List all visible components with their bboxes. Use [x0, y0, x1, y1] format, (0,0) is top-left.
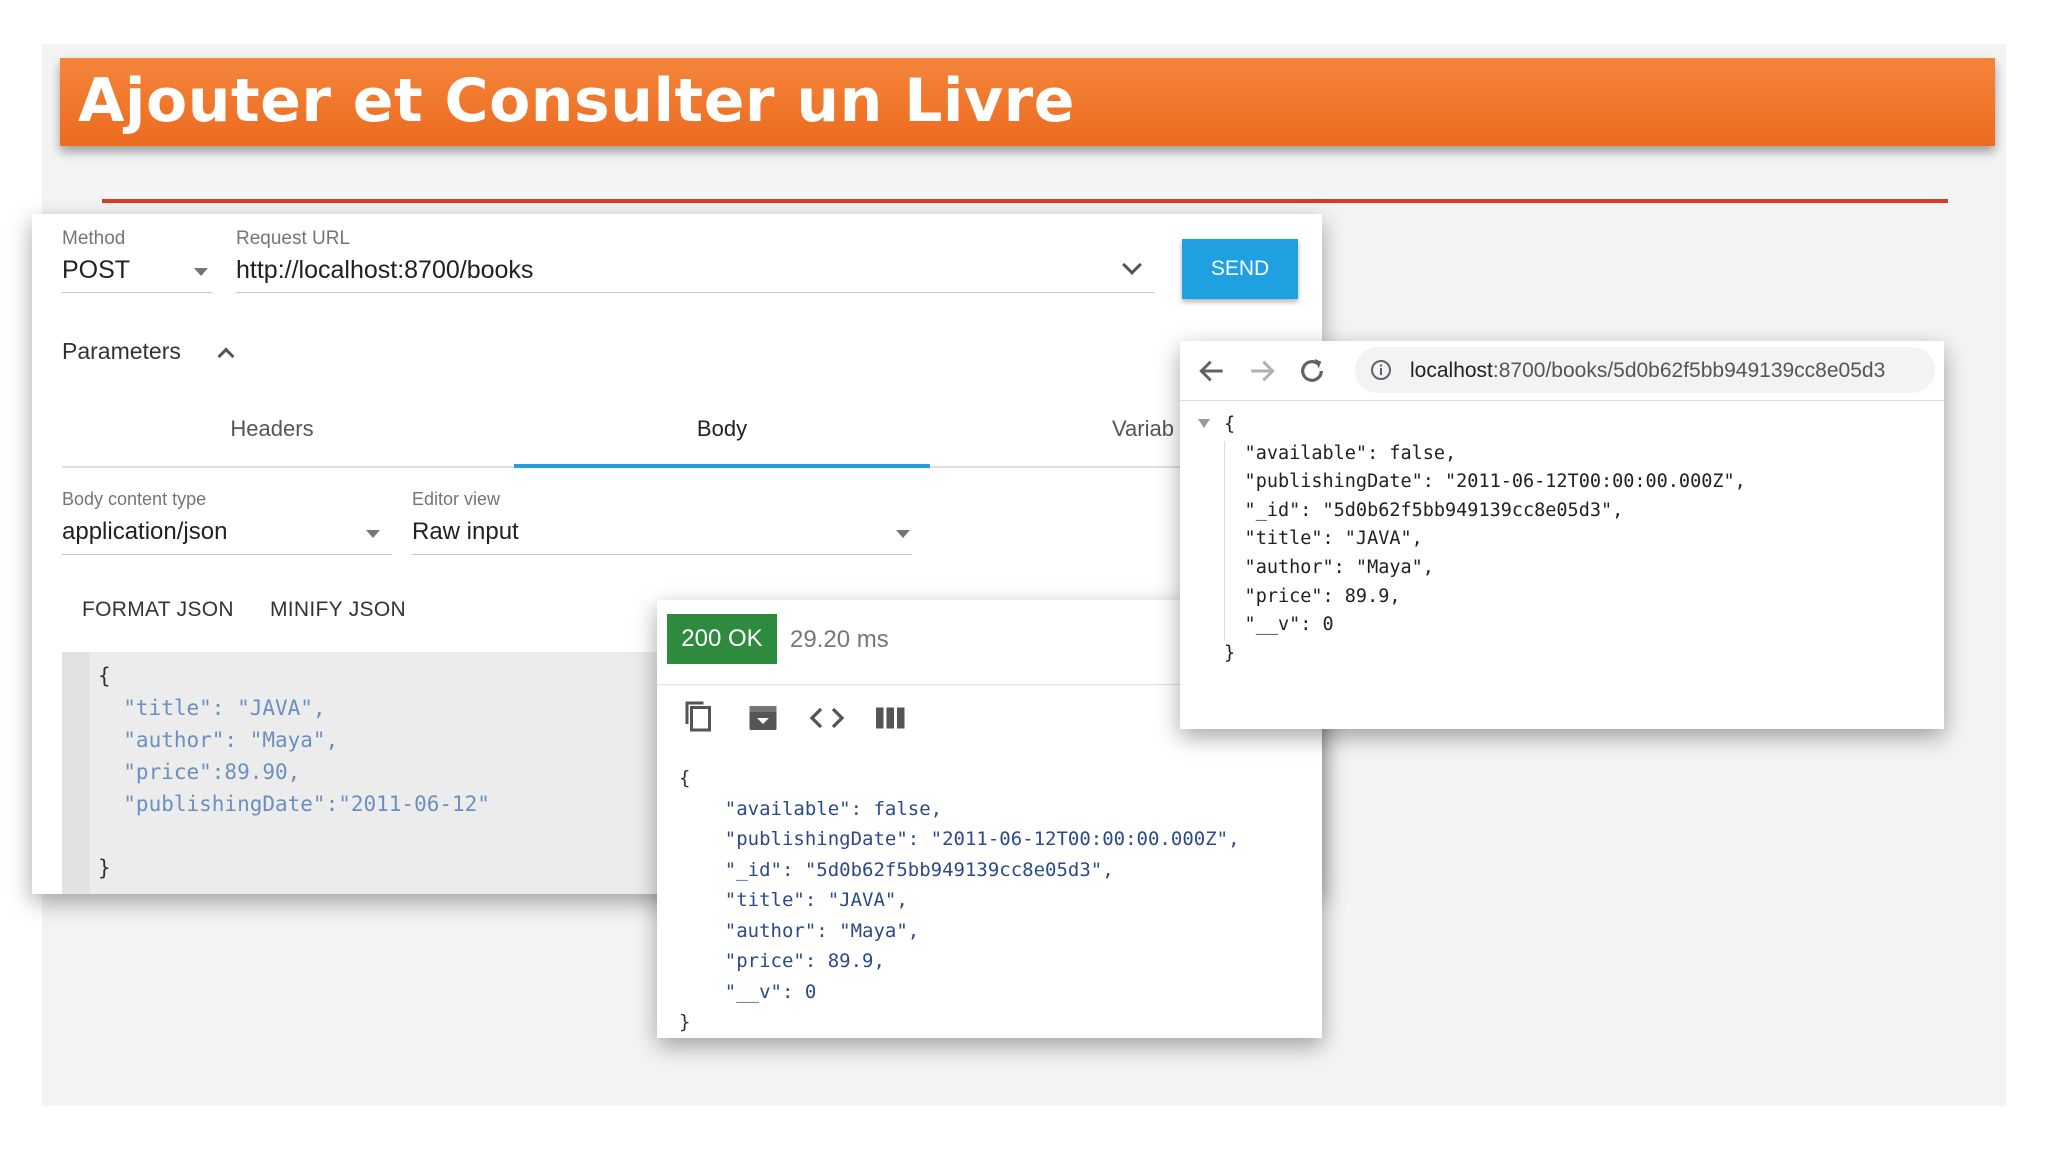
address-bar[interactable]: localhost:8700/books/5d0b62f5bb949139cc8… [1355, 347, 1935, 393]
code-line: "publishingDate":"2011-06-12" [98, 792, 490, 816]
code-line: "title": "JAVA", [679, 889, 908, 911]
tab-headers[interactable]: Headers [212, 416, 332, 442]
content-type-underline [62, 554, 392, 555]
code-line: "title": "JAVA", [98, 696, 326, 720]
title-divider [102, 199, 1948, 203]
back-arrow-icon[interactable] [1196, 355, 1228, 387]
code-line: "__v": 0 [679, 980, 817, 1003]
send-button[interactable]: SEND [1182, 239, 1298, 299]
request-url-input[interactable]: http://localhost:8700/books [236, 256, 533, 285]
code-line: "__v": 0 [1200, 614, 1334, 636]
code-line: "price": 89.9, [1200, 585, 1401, 607]
parameters-toggle[interactable]: Parameters [62, 338, 181, 365]
format-json-button[interactable]: FORMAT JSON [82, 598, 234, 622]
request-body-editor[interactable]: { "title": "JAVA", "author": "Maya", "pr… [62, 652, 682, 894]
title-banner: Ajouter et Consulter un Livre [60, 58, 1995, 146]
content-type-dropdown-icon[interactable] [366, 530, 380, 538]
code-line: } [98, 856, 111, 880]
code-line: } [679, 1011, 691, 1033]
save-icon[interactable] [745, 700, 781, 736]
columns-icon[interactable] [873, 700, 909, 736]
code-line: "publishingDate": "2011-06-12T00:00:00.0… [1200, 471, 1746, 493]
code-line: { [1224, 414, 1236, 435]
code-line: { [679, 767, 691, 789]
forward-arrow-icon[interactable] [1246, 355, 1278, 387]
address-path: :8700/books/5d0b62f5bb949139cc8e05d3 [1492, 359, 1886, 382]
editor-view-underline [412, 554, 912, 555]
slide-title: Ajouter et Consulter un Livre [78, 66, 1075, 136]
code-line: "_id": "5d0b62f5bb949139cc8e05d3", [1200, 499, 1624, 521]
editor-view-label: Editor view [412, 489, 501, 509]
method-label: Method [62, 228, 126, 249]
active-tab-indicator [514, 464, 930, 468]
code-line: "available": false, [679, 797, 943, 820]
body-content-type-select[interactable]: application/json [62, 518, 227, 546]
body-content-type-label: Body content type [62, 489, 207, 509]
browser-toolbar: localhost:8700/books/5d0b62f5bb949139cc8… [1180, 341, 1944, 401]
reload-icon[interactable] [1296, 355, 1328, 387]
method-underline [62, 292, 212, 293]
code-line: "author": "Maya", [1200, 556, 1434, 578]
response-body: { "available": false, "publishingDate": … [679, 763, 1240, 1038]
code-line: "title": "JAVA", [1200, 528, 1423, 550]
code-icon[interactable] [809, 700, 845, 736]
info-icon[interactable] [1369, 358, 1393, 382]
minify-json-button[interactable]: MINIFY JSON [270, 598, 406, 622]
status-badge: 200 OK [667, 614, 777, 664]
editor-view-select[interactable]: Raw input [412, 518, 519, 546]
method-dropdown-icon[interactable] [194, 268, 208, 276]
code-line: "_id": "5d0b62f5bb949139cc8e05d3", [679, 858, 1114, 881]
browser-window: localhost:8700/books/5d0b62f5bb949139cc8… [1180, 341, 1944, 729]
editor-view-dropdown-icon[interactable] [896, 530, 910, 538]
code-line: "price":89.90, [98, 760, 301, 784]
address-host: localhost [1410, 359, 1493, 382]
code-line: "author": "Maya", [679, 919, 920, 942]
code-line: } [1224, 642, 1236, 664]
collapse-chevron-icon[interactable] [217, 347, 235, 365]
code-line: "price": 89.9, [679, 950, 885, 972]
tab-body[interactable]: Body [662, 416, 782, 442]
code-line: "author": "Maya", [98, 728, 339, 752]
browser-json: { "available": false, "publishingDate": … [1200, 411, 1746, 668]
url-underline [236, 292, 1154, 293]
address-text[interactable]: localhost:8700/books/5d0b62f5bb949139cc8… [1410, 359, 1885, 383]
code-line: { [98, 664, 111, 688]
code-line: "available": false, [1200, 442, 1457, 464]
url-history-chevron-icon[interactable] [1122, 255, 1142, 275]
method-select[interactable]: POST [62, 256, 130, 285]
copy-icon[interactable] [681, 700, 717, 736]
response-time: 29.20 ms [790, 626, 889, 653]
code-line: "publishingDate": "2011-06-12T00:00:00.0… [679, 828, 1240, 850]
url-label: Request URL [236, 228, 351, 249]
